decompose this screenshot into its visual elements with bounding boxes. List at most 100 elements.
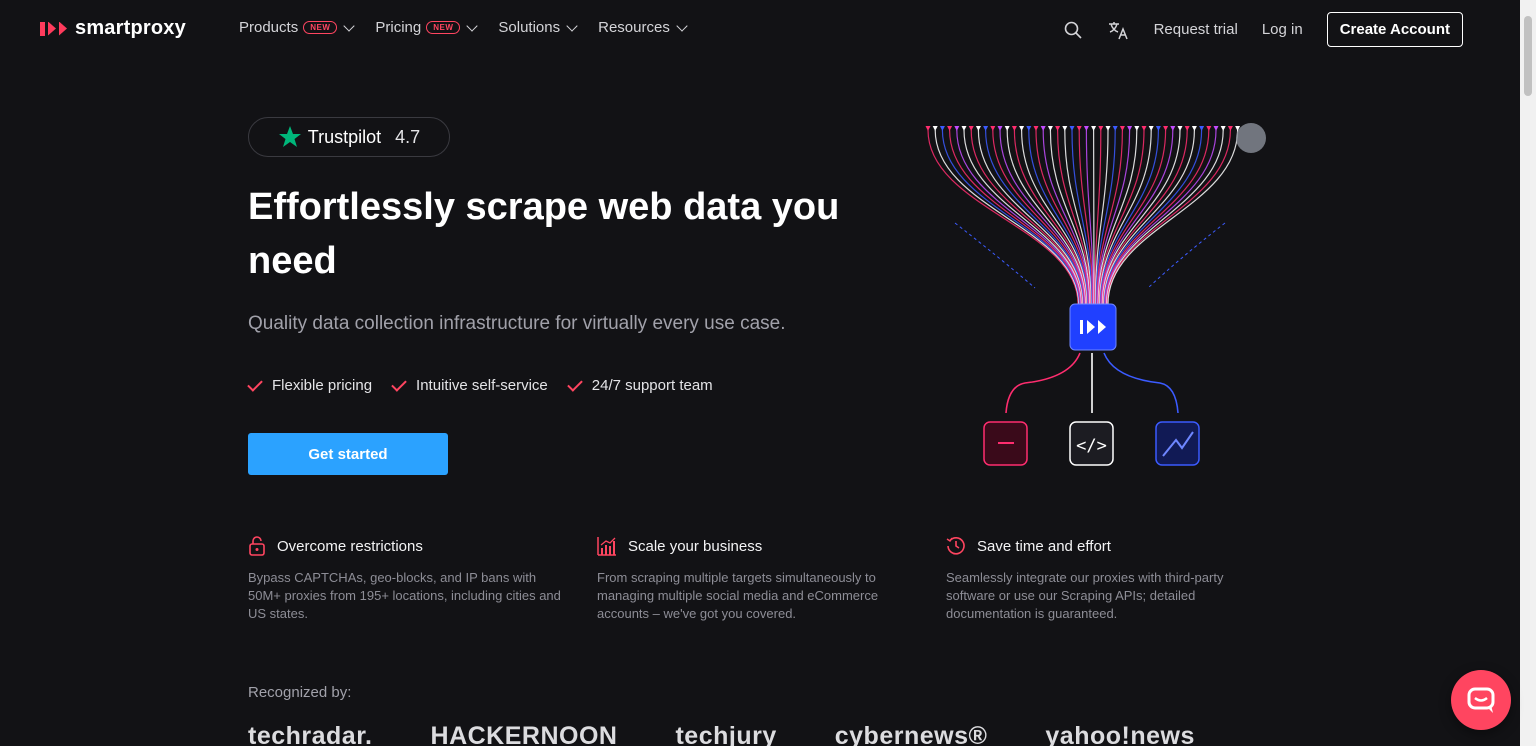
top-navigation: smartproxy Products NEW Pricing NEW Solu… — [0, 0, 1520, 58]
nav-actions: Request trial Log in Create Account — [1062, 12, 1463, 47]
benefit-header: Save time and effort — [946, 536, 1263, 556]
trustpilot-label: Trustpilot — [307, 126, 382, 147]
data-stream-line — [963, 129, 1083, 305]
data-stream-arrow — [1220, 126, 1226, 131]
scrollbar-thumb[interactable] — [1524, 16, 1532, 96]
techjury-logo[interactable]: techjury — [675, 722, 776, 746]
check-icon — [247, 375, 263, 392]
feature-label: Intuitive self-service — [416, 377, 548, 394]
clock-refresh-icon — [946, 537, 965, 555]
benefit-card: Scale your business From scraping multip… — [597, 536, 914, 623]
trustpilot-rating: 4.7 — [395, 126, 421, 147]
data-stream-arrow — [1004, 126, 1010, 131]
benefits-section: Overcome restrictions Bypass CAPTCHAs, g… — [248, 536, 1263, 623]
growth-chart-icon — [597, 537, 616, 556]
data-stream-arrow — [961, 126, 967, 131]
get-started-button[interactable]: Get started — [248, 433, 448, 475]
data-stream-arrow — [1040, 126, 1046, 131]
benefit-card: Save time and effort Seamlessly integrat… — [946, 536, 1263, 623]
dashed-arrow-left — [954, 222, 1036, 289]
data-stream-arrow — [1069, 126, 1075, 131]
nav-products[interactable]: Products NEW — [239, 19, 356, 36]
data-stream-arrow — [1155, 126, 1161, 131]
nav-pricing-label: Pricing — [375, 19, 422, 36]
data-stream-arrow — [1105, 126, 1111, 131]
press-logos: techradar. HACKERNOON techjury cybernews… — [248, 722, 1195, 746]
logo-text: smartproxy — [75, 17, 186, 39]
data-stream-line — [1106, 129, 1224, 305]
cybernews-logo[interactable]: cybernews® — [835, 722, 988, 746]
smartproxy-logo[interactable]: smartproxy — [40, 17, 186, 40]
nav-products-label: Products — [239, 19, 299, 36]
translate-icon[interactable] — [1108, 19, 1130, 41]
data-stream-arrow — [1119, 126, 1125, 131]
data-stream-arrow — [1184, 126, 1190, 131]
data-stream-arrow — [1227, 126, 1233, 131]
nav-resources[interactable]: Resources — [598, 19, 688, 36]
data-stream-arrow — [968, 126, 974, 131]
create-account-button[interactable]: Create Account — [1326, 12, 1463, 47]
nav-pricing[interactable]: Pricing NEW — [375, 19, 479, 36]
yahoo-news-logo[interactable]: yahoo!news — [1045, 722, 1194, 746]
data-stream-arrow — [1062, 126, 1068, 131]
data-stream-arrow — [1213, 126, 1219, 131]
recognized-label: Recognized by: — [248, 684, 352, 701]
data-stream-arrow — [925, 126, 931, 131]
nav-solutions[interactable]: Solutions — [498, 19, 578, 36]
hackernoon-logo[interactable]: HACKERNOON — [431, 722, 618, 746]
main-menu: Products NEW Pricing NEW Solutions Resou… — [239, 19, 688, 36]
data-stream-arrow — [1199, 126, 1205, 131]
benefit-title: Scale your business — [628, 537, 763, 555]
data-stream-arrow — [1148, 126, 1154, 131]
data-stream-arrow — [975, 126, 981, 131]
login-link[interactable]: Log in — [1262, 21, 1303, 38]
data-stream-arrow — [1055, 126, 1061, 131]
chevron-down-icon — [566, 19, 578, 32]
data-stream-lines — [925, 126, 1241, 305]
data-stream-arrow — [1177, 126, 1183, 131]
benefit-header: Overcome restrictions — [248, 536, 565, 556]
data-funnel-illustration: </> — [925, 123, 1266, 466]
svg-text:</>: </> — [1076, 436, 1107, 456]
data-stream-arrow — [1083, 126, 1089, 131]
data-stream-arrow — [947, 126, 953, 131]
check-icon — [566, 375, 583, 392]
chevron-down-icon — [466, 19, 479, 32]
benefit-text: From scraping multiple targets simultane… — [597, 570, 879, 621]
data-stream-arrow — [1047, 126, 1053, 131]
feature-item: 24/7 support team — [566, 375, 713, 394]
data-stream-arrow — [997, 126, 1003, 131]
benefit-text: Seamlessly integrate our proxies with th… — [946, 570, 1224, 621]
data-stream-arrow — [1127, 126, 1133, 131]
feature-label: 24/7 support team — [591, 377, 713, 394]
benefit-header: Scale your business — [597, 536, 914, 556]
data-stream-arrow — [1011, 126, 1017, 131]
hero-subtitle: Quality data collection infrastructure f… — [248, 313, 786, 334]
check-icon — [391, 375, 407, 392]
data-stream-line — [985, 129, 1085, 305]
accessibility-icon — [1236, 123, 1266, 153]
chat-support-button[interactable] — [1451, 670, 1511, 730]
data-stream-arrow — [1191, 126, 1197, 131]
page-scrollbar[interactable] — [1520, 0, 1536, 746]
search-icon[interactable] — [1062, 19, 1084, 41]
data-stream-arrow — [1091, 126, 1097, 131]
benefit-title: Overcome restrictions — [277, 537, 423, 555]
techradar-logo[interactable]: techradar. — [248, 722, 373, 746]
benefit-card: Overcome restrictions Bypass CAPTCHAs, g… — [248, 536, 565, 623]
dashed-arrow-right — [1147, 222, 1226, 289]
trustpilot-badge[interactable]: Trustpilot 4.7 — [248, 117, 450, 157]
nav-solutions-label: Solutions — [498, 19, 561, 36]
data-stream-arrow — [932, 126, 938, 131]
feature-item: Intuitive self-service — [391, 375, 548, 394]
data-stream-line — [1103, 129, 1203, 305]
request-trial-link[interactable]: Request trial — [1154, 21, 1238, 38]
chevron-down-icon — [343, 19, 356, 32]
data-stream-arrow — [990, 126, 996, 131]
data-stream-arrow — [1170, 126, 1176, 131]
data-stream-arrow — [1019, 126, 1025, 131]
data-stream-arrow — [1141, 126, 1147, 131]
data-stream-arrow — [1026, 126, 1032, 131]
feature-item: Flexible pricing — [247, 375, 372, 394]
data-stream-arrow — [1098, 126, 1104, 131]
